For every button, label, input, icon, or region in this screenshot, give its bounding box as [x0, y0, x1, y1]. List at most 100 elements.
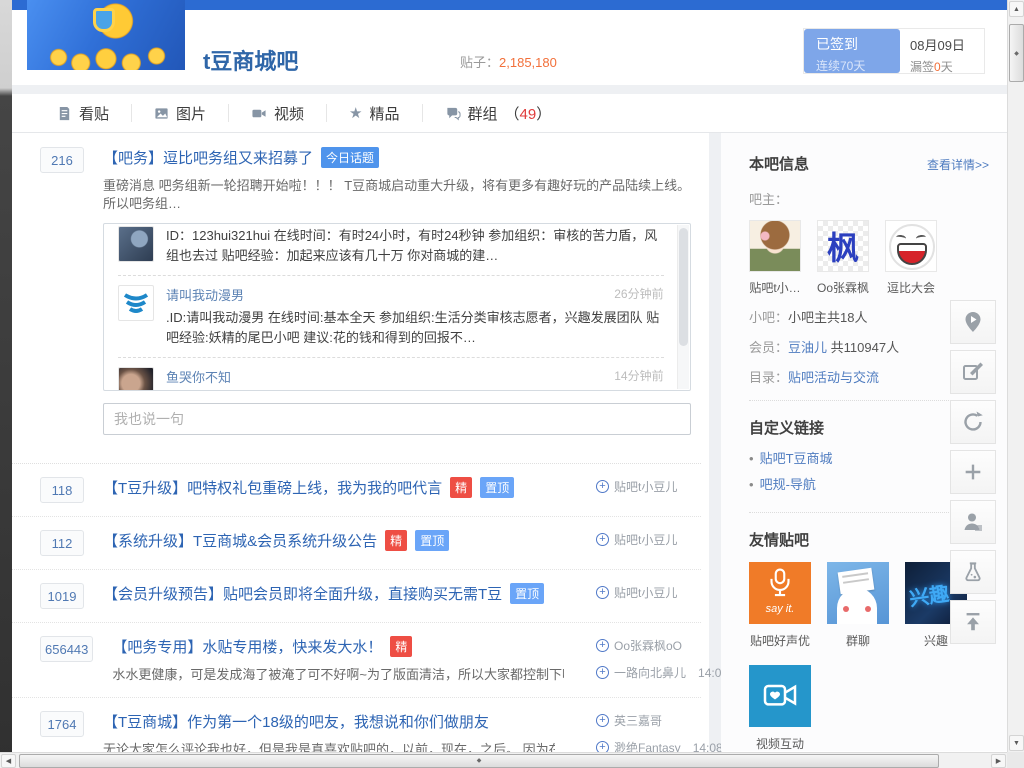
- tab-label: 群组: [468, 103, 498, 124]
- scrollbar-corner: [1007, 752, 1024, 768]
- header-divider: [12, 85, 1007, 94]
- thread-title[interactable]: 【会员升级预告】贴吧会员即将全面升级，直接购买无需T豆: [103, 583, 502, 604]
- replier-icon: +: [596, 666, 609, 679]
- thread-replier[interactable]: 渺绝Fantasy: [614, 739, 681, 752]
- thread-title[interactable]: 【系统升级】T豆商城&会员系统升级公告: [103, 530, 377, 551]
- thread-title[interactable]: 【吧务】逗比吧务组又来招募了: [103, 147, 313, 168]
- forum-avatar[interactable]: [27, 0, 185, 70]
- compose-button[interactable]: [950, 350, 996, 394]
- member-link[interactable]: 豆油儿: [788, 340, 827, 355]
- owner-avatar[interactable]: 枫: [817, 220, 869, 272]
- thread-author[interactable]: Oo张霖枫oO: [614, 637, 682, 654]
- scroll-down-arrow[interactable]: ▼: [1009, 735, 1024, 751]
- scroll-right-arrow[interactable]: ▶: [991, 754, 1006, 768]
- horizontal-scrollbar[interactable]: ◀ ◆ ▶: [0, 752, 1007, 768]
- content-area: 216 【吧务】逗比吧务组又来招募了 今日话题 重磅消息 吧务组新一轮招聘开始啦…: [12, 133, 1007, 751]
- scroll-up-arrow[interactable]: ▲: [1009, 1, 1024, 17]
- tile-caption: 兴趣: [907, 577, 951, 611]
- thread-row: 112 【系统升级】T豆商城&会员系统升级公告 精 置顶 + 贴吧t小豆儿: [12, 517, 701, 570]
- topic-badge[interactable]: 今日话题: [321, 147, 379, 168]
- signin-streak: 连续70天: [816, 57, 900, 74]
- horizontal-scrollbar-thumb[interactable]: ◆: [19, 754, 939, 768]
- comment-text: .ID:请叫我动漫男 在线时间:基本全天 参加组织:生活分类审核志愿者，兴趣发展…: [166, 308, 664, 348]
- comment-user[interactable]: 鱼哭你不知: [166, 367, 231, 386]
- featured-badge: 精: [385, 530, 407, 551]
- reply-count: 112: [40, 530, 84, 556]
- browser-page: t豆商城吧 贴子：2,185,180 已签到 连续70天 08月09日 漏签0天…: [12, 0, 1007, 752]
- forum-owner[interactable]: 贴吧t小…: [749, 220, 801, 296]
- signin-button[interactable]: 已签到 连续70天: [804, 29, 900, 73]
- video-icon: [251, 106, 267, 121]
- scroll-left-arrow[interactable]: ◀: [1, 754, 16, 768]
- thread-row: 1019 【会员升级预告】贴吧会员即将全面升级，直接购买无需T豆 置顶 +贴吧t…: [12, 570, 701, 623]
- avatar[interactable]: [118, 226, 154, 262]
- thread-author[interactable]: 英三嘉哥: [614, 712, 662, 729]
- forum-header: t豆商城吧 贴子：2,185,180 已签到 连续70天 08月09日 漏签0天: [12, 10, 1007, 85]
- tab-read[interactable]: 看贴: [35, 104, 132, 122]
- vertical-scrollbar[interactable]: ▲ ◆ ▼: [1007, 0, 1024, 752]
- forum-owner[interactable]: 枫 Oo张霖枫: [817, 220, 869, 296]
- microphone-icon: [763, 566, 797, 602]
- thread-author[interactable]: 贴吧t小豆儿: [614, 584, 677, 601]
- vertical-scrollbar-thumb[interactable]: ◆: [1009, 24, 1024, 82]
- pinned-badge: 置顶: [510, 583, 544, 604]
- thread-author[interactable]: 贴吧t小豆儿: [614, 478, 677, 495]
- member-button[interactable]: [950, 500, 996, 544]
- owner-name: Oo张霖枫: [817, 279, 869, 296]
- thread-title[interactable]: 【吧务专用】水贴专用楼，快来发大水！: [112, 636, 382, 657]
- group-count: （49）: [505, 103, 552, 124]
- tab-featured[interactable]: ★ 精品: [327, 104, 422, 122]
- signin-missed: 漏签0天: [910, 58, 984, 75]
- flask-icon: [962, 561, 984, 583]
- signin-date: 08月09日: [910, 35, 984, 54]
- thread-preview: 水水更健康，可是发成海了被淹了可不好啊~为了版面清洁，所以大家都控制下哈~…: [112, 666, 564, 684]
- bullet-icon: •: [749, 477, 754, 492]
- comment-text: 第 4 5 条 简直不能忍: [166, 390, 664, 391]
- pin-play-button[interactable]: [950, 300, 996, 344]
- refresh-button[interactable]: [950, 400, 996, 444]
- add-button[interactable]: [950, 450, 996, 494]
- custom-link[interactable]: 吧规-导航: [760, 477, 816, 492]
- custom-link[interactable]: 贴吧T豆商城: [760, 451, 833, 466]
- avatar-glyph: 枫: [827, 223, 859, 269]
- friend-name: 贴吧好声优: [749, 632, 811, 649]
- thread-list: 216 【吧务】逗比吧务组又来招募了 今日话题 重磅消息 吧务组新一轮招聘开始啦…: [12, 133, 709, 751]
- back-to-top-button[interactable]: [950, 600, 996, 644]
- friend-forum[interactable]: say it. 贴吧好声优: [749, 562, 811, 649]
- comment-user[interactable]: 请叫我动漫男: [166, 285, 244, 304]
- tab-label: 视频: [274, 103, 304, 124]
- thread-title[interactable]: 【T豆商城】作为第一个18级的吧友，我想说和你们做朋友: [103, 711, 489, 732]
- forum-owner[interactable]: 逗比大会: [885, 220, 937, 296]
- comments-panel: ID：123hui321hui 在线时间：有时24小时，有时24秒钟 参加组织：…: [103, 223, 691, 391]
- avatar[interactable]: [118, 285, 154, 321]
- thread-replier[interactable]: 一路向北鼻儿: [614, 664, 686, 681]
- view-details-link[interactable]: 查看详情>>: [927, 156, 989, 173]
- sidebar-info-title: 本吧信息: [749, 153, 809, 174]
- reply-input[interactable]: [103, 403, 691, 435]
- author-icon: +: [596, 586, 609, 599]
- thread-author[interactable]: 贴吧t小豆儿: [614, 531, 677, 548]
- comments-scrollbar[interactable]: [677, 225, 689, 389]
- avatar[interactable]: [118, 367, 154, 391]
- tab-video[interactable]: 视频: [229, 104, 327, 122]
- floating-toolbar: [950, 300, 996, 650]
- scrollbar-thumb[interactable]: [679, 228, 688, 346]
- friend-name: 视频互动: [749, 735, 811, 752]
- person-icon: [961, 510, 985, 534]
- tab-image[interactable]: 图片: [132, 104, 229, 122]
- author-icon: +: [596, 533, 609, 546]
- featured-badge: 精: [450, 477, 472, 498]
- directory-link[interactable]: 贴吧活动与交流: [788, 370, 879, 385]
- owner-name: 逗比大会: [885, 279, 937, 296]
- owner-avatar[interactable]: [885, 220, 937, 272]
- pinned-badge: 置顶: [415, 530, 449, 551]
- reply-count: 1764: [40, 711, 84, 737]
- tab-group[interactable]: 群组 （49）: [423, 104, 574, 122]
- nav-bar: 看贴 图片 视频 ★ 精品 群组 （49）: [12, 94, 1007, 133]
- owner-avatar[interactable]: [749, 220, 801, 272]
- friend-forum[interactable]: 群聊: [827, 562, 889, 649]
- thread-title[interactable]: 【T豆升级】吧特权礼包重磅上线，我为我的吧代言: [103, 477, 442, 498]
- lab-button[interactable]: [950, 550, 996, 594]
- friend-forum[interactable]: 视频互动: [749, 665, 811, 752]
- top-arrow-icon: [962, 611, 984, 633]
